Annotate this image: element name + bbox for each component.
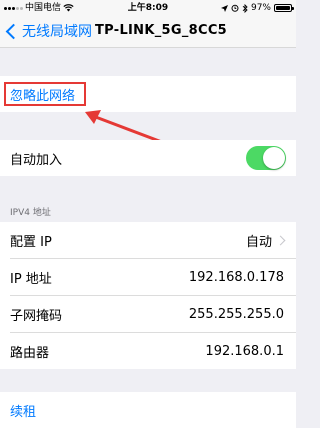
ipv4-row-ip-address: IP 地址 192.168.0.178 [10, 258, 296, 295]
router-value: 192.168.0.1 [205, 343, 284, 359]
ipv4-group: 配置 IP 自动 IP 地址 192.168.0.178 子网掩码 255.25… [0, 222, 296, 369]
auto-join-row: 自动加入 [0, 140, 296, 176]
ip-address-value: 192.168.0.178 [188, 269, 284, 285]
chevron-right-icon [275, 235, 286, 245]
subnet-mask-label: 子网掩码 [10, 308, 63, 324]
configure-ip-value: 自动 [245, 234, 272, 250]
renew-lease-row[interactable]: 续租 [0, 392, 296, 428]
ipv4-section-header: IPV4 地址 [10, 208, 51, 218]
auto-join-toggle[interactable] [246, 146, 286, 170]
renew-lease-group: 续租 [0, 392, 296, 428]
auto-join-label: 自动加入 [10, 152, 63, 168]
ip-address-label: IP 地址 [10, 271, 52, 287]
ipv4-row-configure-ip[interactable]: 配置 IP 自动 [0, 222, 296, 258]
auto-join-group: 自动加入 [0, 140, 296, 176]
ipv4-row-subnet-mask: 子网掩码 255.255.255.0 [10, 295, 296, 332]
router-label: 路由器 [10, 345, 50, 361]
toggle-knob [263, 147, 285, 169]
configure-ip-label: 配置 IP [10, 234, 52, 250]
subnet-mask-value: 255.255.255.0 [188, 306, 284, 322]
ipv4-row-router: 路由器 192.168.0.1 [10, 332, 296, 369]
renew-lease-button[interactable]: 续租 [0, 401, 36, 420]
